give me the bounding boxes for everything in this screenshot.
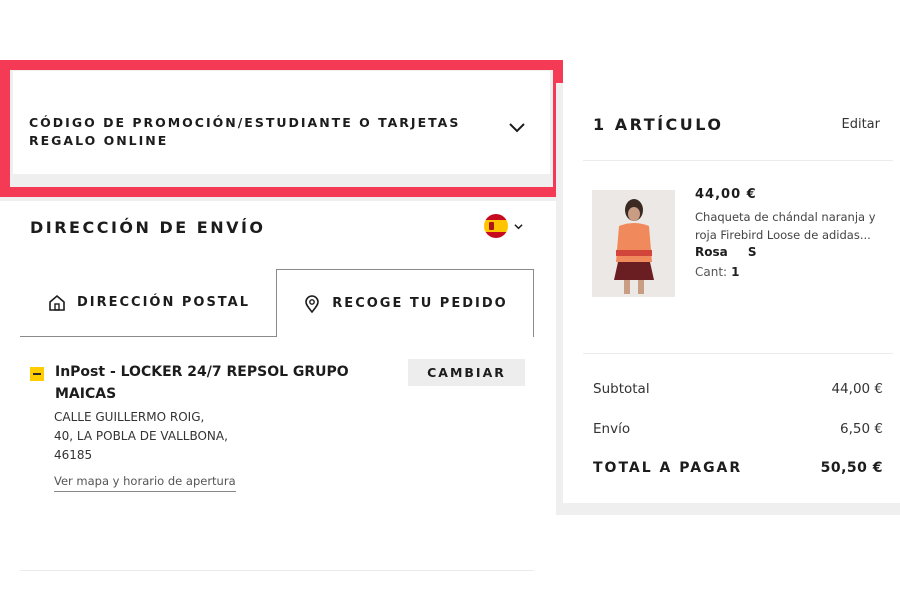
change-pickup-button[interactable]: CAMBIAR — [408, 359, 525, 386]
shipping-cost-label: Envío — [593, 421, 631, 437]
item-variant: Rosa S — [695, 245, 773, 259]
product-image[interactable] — [592, 190, 675, 297]
spain-flag-icon — [484, 214, 508, 238]
house-icon — [49, 294, 65, 311]
shipping-cost-value: 6,50 € — [840, 421, 883, 437]
order-summary-panel: 1 ARTÍCULO Editar 44,00 € Chaqueta de ch… — [563, 83, 900, 503]
edit-cart-link[interactable]: Editar — [842, 117, 881, 132]
total-label: TOTAL A PAGAR — [593, 460, 743, 476]
total-value: 50,50 € — [820, 460, 883, 476]
promo-code-accordion[interactable]: CÓDIGO DE PROMOCIÓN/ESTUDIANTE O TARJETA… — [13, 71, 550, 174]
divider — [583, 160, 893, 161]
item-name[interactable]: Chaqueta de chándal naranja y roja Fireb… — [695, 208, 890, 244]
chevron-down-icon[interactable] — [508, 119, 526, 137]
location-pin-icon — [305, 294, 320, 313]
item-color: Rosa — [695, 245, 728, 259]
item-price: 44,00 € — [695, 187, 757, 202]
item-quantity: Cant: 1 — [695, 265, 739, 279]
inpost-logo-icon — [30, 367, 44, 381]
tab-postal-label: DIRECCIÓN POSTAL — [76, 295, 251, 310]
address-line-3: 46185 — [54, 448, 93, 462]
shipping-cost-row: Envío 6,50 € — [593, 421, 883, 437]
tab-postal-address[interactable]: DIRECCIÓN POSTAL — [20, 269, 277, 337]
divider — [20, 570, 534, 571]
product-photo — [592, 190, 675, 297]
item-size: S — [747, 245, 757, 259]
shipping-title: DIRECCIÓN DE ENVÍO — [30, 218, 266, 237]
quantity-value: 1 — [731, 265, 740, 279]
promo-code-label: CÓDIGO DE PROMOCIÓN/ESTUDIANTE O TARJETA… — [29, 115, 461, 148]
tab-pickup[interactable]: RECOGE TU PEDIDO — [276, 269, 534, 337]
subtotal-label: Subtotal — [593, 381, 650, 397]
divider — [583, 353, 893, 354]
chevron-down-icon — [514, 223, 523, 229]
map-hours-link[interactable]: Ver mapa y horario de apertura — [54, 474, 236, 492]
shipping-address-card: DIRECCIÓN DE ENVÍO DIRECCIÓN POSTAL RECO… — [0, 201, 556, 571]
tab-pickup-label: RECOGE TU PEDIDO — [332, 296, 508, 311]
subtotal-row: Subtotal 44,00 € — [593, 381, 883, 397]
country-selector[interactable] — [484, 213, 530, 239]
quantity-label: Cant: — [695, 265, 728, 279]
subtotal-value: 44,00 € — [831, 381, 883, 397]
pickup-point-name: InPost - LOCKER 24/7 REPSOL GRUPO MAICAS — [55, 364, 349, 402]
address-line-1: CALLE GUILLERMO ROIG, — [54, 410, 205, 424]
cart-item-count: 1 ARTÍCULO — [593, 115, 724, 134]
total-row: TOTAL A PAGAR 50,50 € — [593, 460, 883, 476]
checkout-left-panel: CÓDIGO DE PROMOCIÓN/ESTUDIANTE O TARJETA… — [0, 60, 556, 571]
address-line-2: 40, LA POBLA DE VALLBONA, — [54, 429, 228, 443]
